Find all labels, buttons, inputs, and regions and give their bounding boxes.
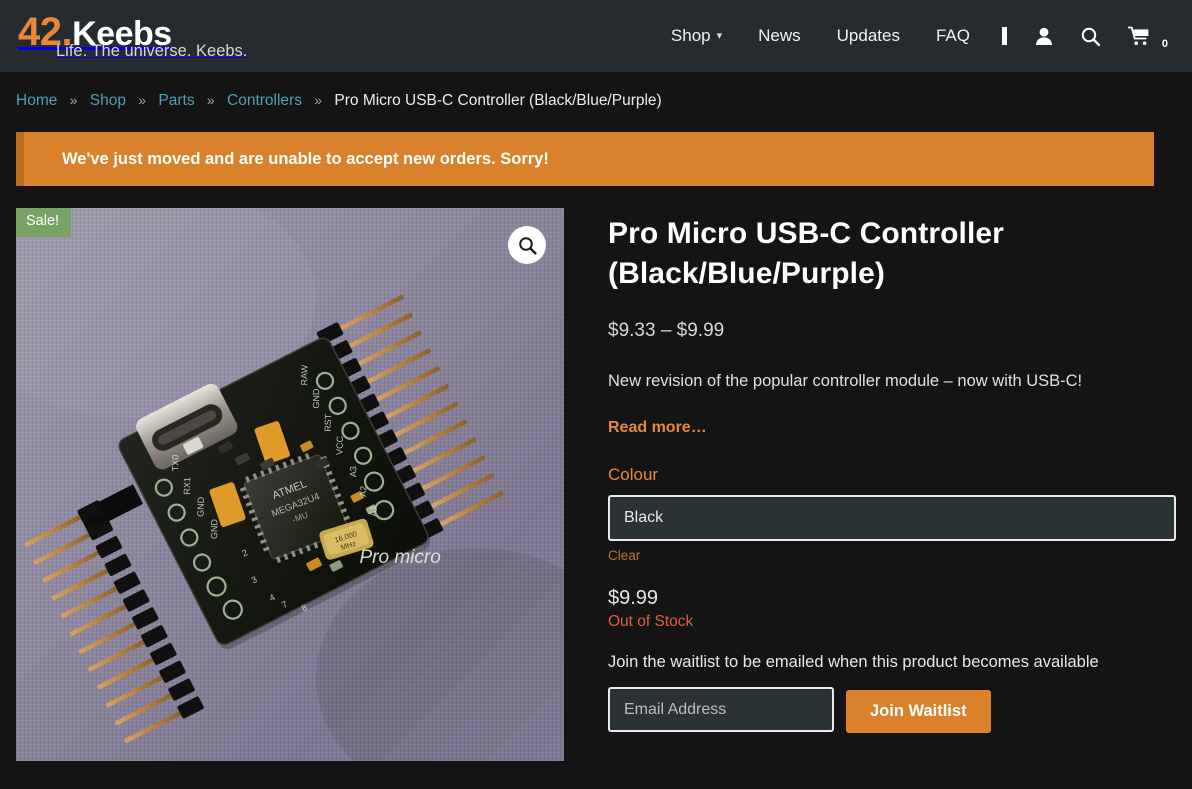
waitlist-form: Join Waitlist (608, 686, 1176, 734)
product-price-range: $9.33 – $9.99 (608, 320, 725, 342)
product-title: Pro Micro USB-C Controller (Black/Blue/P… (608, 217, 1004, 291)
breadcrumb-separator: » (206, 92, 215, 108)
svg-text:RST: RST (323, 413, 333, 432)
chevron-down-icon: ▾ (716, 29, 723, 42)
store-notice-banner: We've just moved and are unable to accep… (16, 132, 1154, 186)
svg-text:RX1: RX1 (182, 477, 192, 495)
nav-item-news[interactable]: News (740, 20, 819, 52)
cart-icon[interactable]: 0 (1114, 20, 1170, 52)
breadcrumb-separator: » (138, 92, 147, 108)
variant-price: $9.99 (608, 587, 659, 610)
nav-item-news-label: News (758, 26, 801, 45)
read-more-link[interactable]: Read more… (608, 419, 707, 437)
svg-text:A1: A1 (368, 505, 378, 516)
product-image[interactable]: ATMEL MEGA32U4 -MU 16.000 MHz TX0 RX1 GN… (16, 208, 564, 761)
sale-badge: Sale! (16, 208, 72, 237)
svg-text:GND: GND (311, 388, 321, 409)
colour-select[interactable]: Black (608, 495, 1176, 542)
product-section: ATMEL MEGA32U4 -MU 16.000 MHz TX0 RX1 GN… (0, 186, 1192, 761)
logo-tagline: Life. The universe. Keebs. (56, 42, 248, 61)
site-logo[interactable]: 42.Keebs Life. The universe. Keebs. (18, 12, 247, 60)
nav-item-shop[interactable]: Shop ▾ (653, 20, 740, 52)
colour-attribute-label: Colour (608, 465, 659, 485)
breadcrumb-separator: » (69, 92, 78, 108)
svg-text:TX0: TX0 (170, 455, 180, 472)
svg-text:RAW: RAW (299, 364, 309, 385)
nav-item-faq[interactable]: FAQ (918, 20, 988, 52)
account-icon[interactable] (1021, 21, 1067, 52)
colour-select-value: Black (624, 509, 664, 527)
breadcrumb-item-home[interactable]: Home (16, 92, 57, 109)
breadcrumb-current-page: Pro Micro USB-C Controller (Black/Blue/P… (334, 92, 662, 109)
nav-item-updates-label: Updates (836, 26, 900, 45)
store-notice-message: We've just moved and are unable to accep… (62, 149, 549, 168)
svg-text:A2: A2 (358, 486, 368, 497)
svg-text:GND: GND (209, 518, 219, 539)
nav-item-updates[interactable]: Updates (819, 20, 918, 52)
product-summary: Pro Micro USB-C Controller (Black/Blue/P… (608, 208, 1176, 761)
waitlist-description: Join the waitlist to be emailed when thi… (608, 653, 1099, 672)
stock-status: Out of Stock (608, 613, 694, 631)
join-waitlist-button[interactable]: Join Waitlist (846, 690, 991, 734)
logo-number: 42 (18, 10, 62, 55)
product-short-description: New revision of the popular controller m… (608, 372, 1083, 391)
clear-selection-link[interactable]: Clear (608, 548, 640, 563)
svg-text:GND: GND (195, 496, 205, 517)
breadcrumb: Home » Shop » Parts » Controllers » Pro … (0, 72, 1192, 124)
search-icon[interactable] (1067, 21, 1114, 52)
breadcrumb-separator: » (314, 92, 323, 108)
breadcrumb-item-controllers[interactable]: Controllers (227, 92, 302, 109)
cart-count-badge: 0 (1161, 38, 1168, 50)
nav-item-faq-label: FAQ (935, 26, 970, 45)
product-gallery: ATMEL MEGA32U4 -MU 16.000 MHz TX0 RX1 GN… (16, 208, 564, 761)
svg-text:A3: A3 (348, 466, 358, 477)
svg-text:VCC: VCC (335, 435, 345, 455)
breadcrumb-item-parts[interactable]: Parts (158, 92, 194, 109)
svg-text:Pro micro: Pro micro (359, 547, 440, 568)
email-field[interactable] (608, 687, 834, 733)
magnifier-icon[interactable] (508, 226, 546, 264)
main-navigation: Shop ▾ News Updates FAQ 0 (653, 20, 1176, 52)
site-header: 42.Keebs Life. The universe. Keebs. Shop… (0, 0, 1192, 72)
info-bar-icon[interactable] (988, 21, 1021, 51)
nav-item-shop-label: Shop (670, 26, 711, 45)
breadcrumb-item-shop[interactable]: Shop (90, 92, 126, 109)
